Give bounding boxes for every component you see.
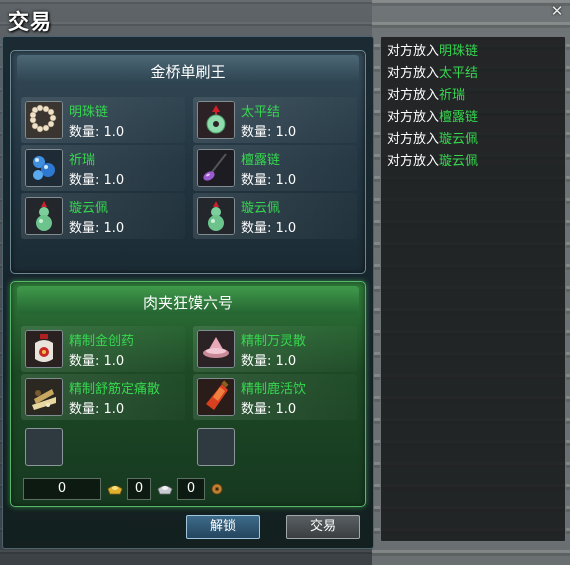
log-item-name: 祈瑞: [439, 88, 466, 103]
item-quantity: 数量: 1.0: [241, 402, 297, 417]
log-item-name: 檀露链: [439, 110, 479, 125]
partner-item-slot[interactable]: 璇云佩 数量: 1.0: [21, 193, 185, 239]
close-button[interactable]: ✕: [548, 2, 566, 20]
log-prefix: 对方放入: [387, 88, 440, 103]
log-entry: 对方放入祈瑞: [387, 85, 559, 107]
item-quantity: 数量: 1.0: [241, 125, 297, 140]
item-quantity: 数量: 1.0: [241, 221, 297, 236]
item-quantity: 数量: 1.0: [241, 354, 297, 369]
jade-gourd-icon: [25, 197, 63, 235]
gold-ingot-input[interactable]: 0: [127, 478, 151, 500]
log-item-name: 璇云佩: [439, 154, 479, 169]
empty-item-slot[interactable]: [25, 428, 63, 466]
item-quantity: 数量: 1.0: [69, 402, 125, 417]
partner-item-slot[interactable]: 祈瑞 数量: 1.0: [21, 145, 185, 191]
item-name: 太平结: [241, 105, 281, 120]
self-item-slot[interactable]: 精制鹿活饮 数量: 1.0: [193, 374, 357, 420]
log-item-name: 太平结: [439, 66, 479, 81]
log-prefix: 对方放入: [387, 44, 440, 59]
log-entry: 对方放入璇云佩: [387, 129, 559, 151]
empty-item-slot[interactable]: [197, 428, 235, 466]
gold-ingot-icon: [107, 485, 123, 495]
log-entry: 对方放入檀露链: [387, 107, 559, 129]
trade-button[interactable]: 交易: [286, 515, 360, 539]
item-name: 檀露链: [241, 153, 281, 168]
log-item-name: 明珠链: [439, 44, 479, 59]
window-title: 交易: [8, 10, 52, 34]
item-name: 明珠链: [69, 105, 109, 120]
red-flask-icon: [197, 378, 235, 416]
blue-gems-icon: [25, 149, 63, 187]
copper-coin-icon: [211, 483, 223, 495]
trade-log: 对方放入明珠链 对方放入太平结 对方放入祈瑞 对方放入檀露链 对方放入璇云佩 对…: [380, 36, 566, 542]
silver-ingot-input[interactable]: 0: [177, 478, 205, 500]
log-entry: 对方放入璇云佩: [387, 151, 559, 173]
log-entry: 对方放入明珠链: [387, 41, 559, 63]
item-name: 璇云佩: [241, 201, 281, 216]
partner-item-slot[interactable]: 明珠链 数量: 1.0: [21, 97, 185, 143]
silver-ingot-icon: [157, 485, 173, 495]
money-input[interactable]: 0: [23, 478, 101, 500]
log-prefix: 对方放入: [387, 154, 440, 169]
jade-gourd-icon: [197, 197, 235, 235]
log-entry: 对方放入太平结: [387, 63, 559, 85]
powder-bowl-icon: [197, 330, 235, 368]
log-prefix: 对方放入: [387, 110, 440, 125]
unlock-button[interactable]: 解锁: [186, 515, 260, 539]
self-item-slot[interactable]: 精制万灵散 数量: 1.0: [193, 326, 357, 372]
self-item-slot[interactable]: 精制金创药 数量: 1.0: [21, 326, 185, 372]
item-quantity: 数量: 1.0: [69, 125, 125, 140]
partner-item-slot[interactable]: 檀露链 数量: 1.0: [193, 145, 357, 191]
item-quantity: 数量: 1.0: [241, 173, 297, 188]
medicine-gourd-icon: [25, 330, 63, 368]
herb-bundle-icon: [25, 378, 63, 416]
item-name: 精制万灵散: [241, 334, 307, 349]
partner-name: 金桥单刷王: [150, 63, 226, 81]
title-bar: 交易 ✕: [0, 0, 570, 36]
item-name: 精制鹿活饮: [241, 382, 307, 397]
partner-item-slot[interactable]: 璇云佩 数量: 1.0: [193, 193, 357, 239]
item-quantity: 数量: 1.0: [69, 221, 125, 236]
item-name: 精制金创药: [69, 334, 135, 349]
amethyst-necklace-icon: [197, 149, 235, 187]
item-name: 祈瑞: [69, 153, 96, 168]
item-name: 璇云佩: [69, 201, 109, 216]
item-quantity: 数量: 1.0: [69, 354, 125, 369]
self-item-slot[interactable]: 精制舒筋定痛散 数量: 1.0: [21, 374, 185, 420]
log-prefix: 对方放入: [387, 132, 440, 147]
item-name: 精制舒筋定痛散: [69, 382, 161, 397]
self-offer-panel: 肉夹狂馍六号 精制金创药 数量: 1.0 精制万灵散 数量: 1.0 精制舒筋定…: [10, 281, 366, 507]
partner-item-slot[interactable]: 太平结 数量: 1.0: [193, 97, 357, 143]
log-prefix: 对方放入: [387, 66, 440, 81]
jade-pendant-icon: [197, 101, 235, 139]
pearl-necklace-icon: [25, 101, 63, 139]
log-item-name: 璇云佩: [439, 132, 479, 147]
self-name: 肉夹狂馍六号: [142, 294, 233, 312]
partner-offer-panel: 金桥单刷王 明珠链 数量: 1.0 太平结 数量: 1.0 祈瑞 数量: 1.0…: [10, 50, 366, 274]
item-quantity: 数量: 1.0: [69, 173, 125, 188]
